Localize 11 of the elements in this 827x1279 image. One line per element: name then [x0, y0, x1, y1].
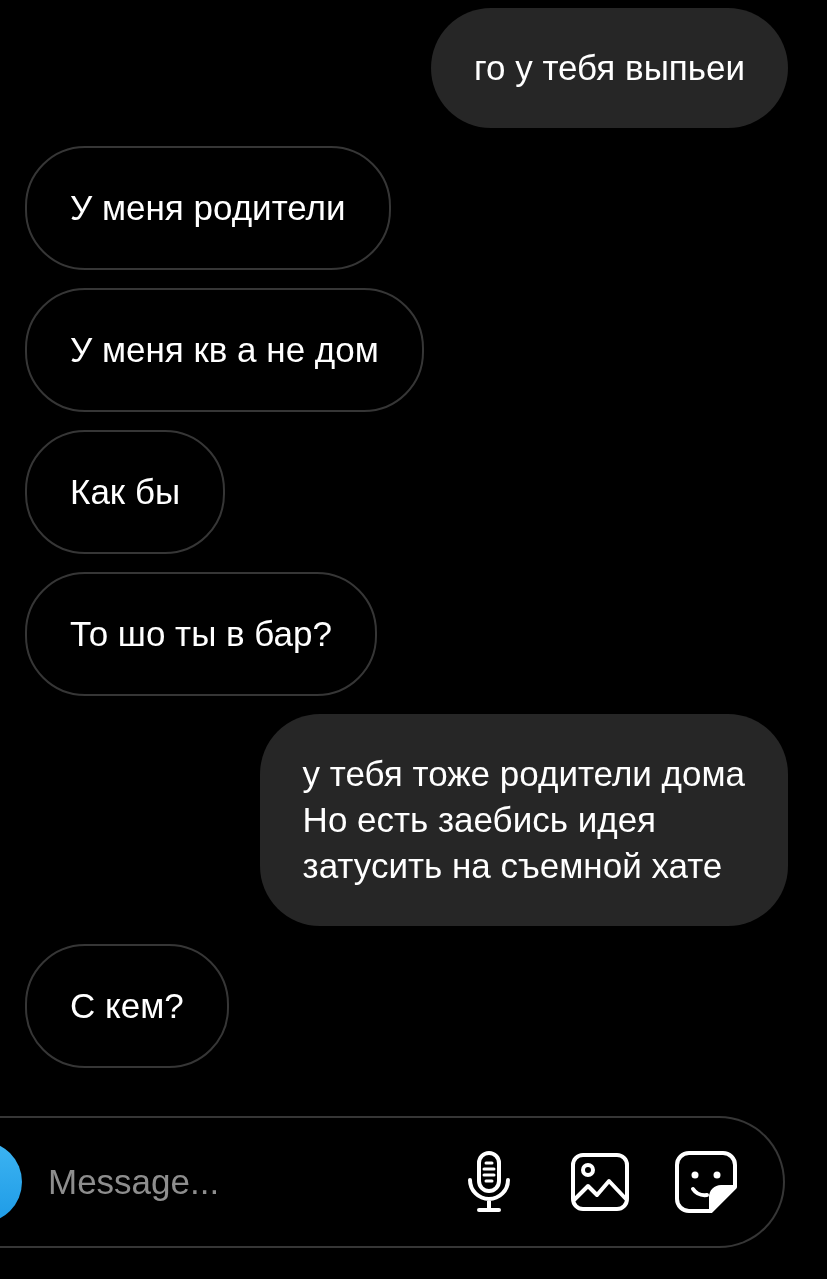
received-message: С кем? [25, 944, 229, 1068]
image-icon[interactable] [571, 1153, 629, 1211]
received-message: Как бы [25, 430, 226, 554]
microphone-icon[interactable] [465, 1150, 513, 1214]
received-message: У меня кв а не дом [25, 288, 424, 412]
received-message: У меня родители [25, 146, 391, 270]
sticker-icon[interactable] [675, 1151, 737, 1213]
message-input[interactable]: Message... [46, 1154, 465, 1210]
sent-message: го у тебя выпьеи [430, 8, 788, 128]
received-message: То шо ты в бар? [25, 572, 377, 696]
sent-message: у тебя тоже родители дома Но есть заебись идея затусить на съемной хате [259, 714, 788, 926]
